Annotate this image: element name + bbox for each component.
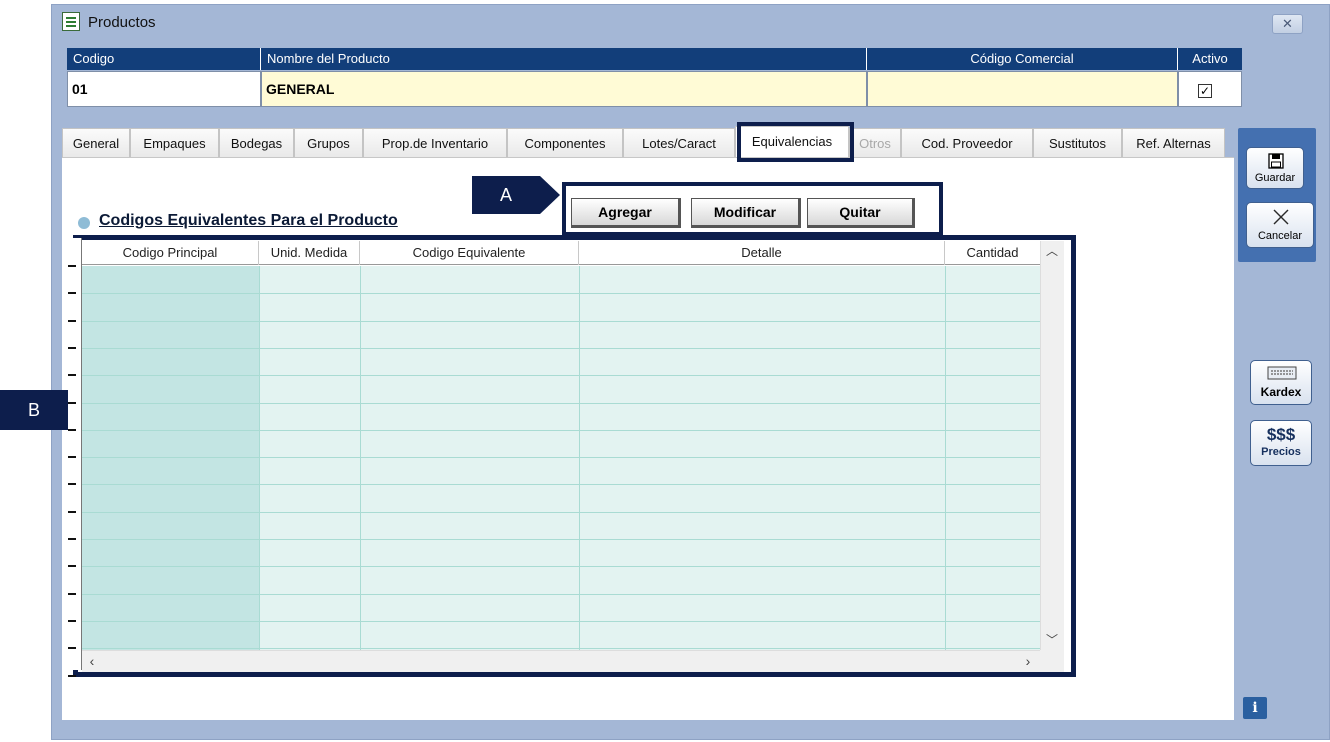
row-header-tick: [68, 292, 76, 294]
grid-row-line: [82, 512, 1040, 513]
codigo-comercial-field[interactable]: [867, 71, 1178, 107]
keyboard-icon: [1267, 366, 1297, 380]
vertical-scrollbar[interactable]: [1040, 241, 1064, 650]
codigo-field[interactable]: 01: [67, 71, 261, 107]
tab-cod-proveedor[interactable]: Cod. Proveedor: [901, 128, 1033, 157]
grid-row-line: [82, 594, 1040, 595]
callout-b: B: [0, 390, 68, 430]
callout-a: A: [472, 176, 540, 214]
precios-button[interactable]: $$$ Precios: [1250, 420, 1312, 466]
tab-general[interactable]: General: [62, 128, 130, 157]
row-header-tick: [68, 620, 76, 622]
grid-row-line: [82, 430, 1040, 431]
spreadsheet-icon: [62, 12, 80, 31]
close-button[interactable]: ✕: [1272, 14, 1303, 34]
row-header-tick: [68, 483, 76, 485]
row-header-tick: [68, 538, 76, 540]
activo-header: Activo: [1178, 48, 1242, 70]
horizontal-scrollbar[interactable]: [82, 650, 1040, 672]
col-cantidad[interactable]: Cantidad: [945, 241, 1040, 265]
tab-otros: Otros: [849, 128, 901, 157]
row-header-tick: [68, 675, 76, 677]
grid-row-line: [82, 566, 1040, 567]
tab-sustitutos[interactable]: Sustitutos: [1033, 128, 1122, 157]
scroll-left-icon[interactable]: ‹: [82, 650, 102, 672]
grid-header: Codigo Principal Unid. Medida Codigo Equ…: [82, 241, 1040, 265]
grid-row-line: [82, 375, 1040, 376]
grid-row-line: [82, 293, 1040, 294]
row-header-tick: [68, 320, 76, 322]
agregar-button[interactable]: Agregar: [571, 198, 681, 228]
col-codigo-principal[interactable]: Codigo Principal: [82, 241, 259, 265]
section-title: Codigos Equivalentes Para el Producto: [99, 212, 398, 229]
row-header-tick: [68, 647, 76, 649]
window-title: Productos: [88, 14, 156, 31]
scroll-down-icon[interactable]: ﹀: [1040, 630, 1064, 650]
tab-bar: General Empaques Bodegas Grupos Prop.de …: [62, 126, 1234, 158]
row-header-tick: [68, 511, 76, 513]
grid-row-line: [82, 321, 1040, 322]
cancelar-button[interactable]: Cancelar: [1246, 202, 1314, 248]
tab-componentes[interactable]: Componentes: [507, 128, 623, 157]
bullet-icon: [78, 217, 90, 229]
grid-row-line: [82, 348, 1040, 349]
tab-prop-inventario[interactable]: Prop.de Inventario: [363, 128, 507, 157]
info-icon[interactable]: i: [1243, 697, 1267, 719]
tab-lotes-caract[interactable]: Lotes/Caract: [623, 128, 735, 157]
activo-checkbox[interactable]: ✓: [1198, 84, 1212, 98]
guardar-button[interactable]: Guardar: [1246, 147, 1304, 189]
scroll-right-icon[interactable]: ›: [1018, 650, 1038, 672]
row-header-strip: [68, 238, 82, 677]
row-header-tick: [68, 265, 76, 267]
grid-column-line: [259, 266, 260, 650]
nombre-header: Nombre del Producto: [261, 48, 867, 70]
grid-row-line: [82, 621, 1040, 622]
tab-highlight-frame: [737, 122, 854, 162]
grid-row-line: [82, 484, 1040, 485]
grid-row-line: [82, 539, 1040, 540]
quitar-button[interactable]: Quitar: [807, 198, 915, 228]
tab-ref-alternas[interactable]: Ref. Alternas: [1122, 128, 1225, 157]
col-codigo-equivalente[interactable]: Codigo Equivalente: [360, 241, 579, 265]
col-detalle[interactable]: Detalle: [579, 241, 945, 265]
precios-label: Precios: [1261, 446, 1301, 458]
grid-column-line: [360, 266, 361, 650]
grid-column-line: [945, 266, 946, 650]
dollar-icon: $$$: [1266, 425, 1296, 444]
tab-bodegas[interactable]: Bodegas: [219, 128, 294, 157]
grid-lines: [82, 266, 1040, 650]
cancelar-label: Cancelar: [1257, 230, 1303, 242]
kardex-button[interactable]: Kardex: [1250, 360, 1312, 405]
nombre-field[interactable]: GENERAL: [261, 71, 867, 107]
row-header-tick: [68, 456, 76, 458]
tab-grupos[interactable]: Grupos: [294, 128, 363, 157]
guardar-label: Guardar: [1254, 172, 1296, 184]
grid-column-line: [579, 266, 580, 650]
grid-row-line: [82, 648, 1040, 649]
cancel-icon: [1273, 209, 1289, 225]
codigo-header: Codigo: [67, 48, 261, 70]
callout-a-arrow: [540, 176, 560, 214]
row-header-tick: [68, 402, 76, 404]
grid-row-line: [82, 403, 1040, 404]
save-icon: [1268, 153, 1284, 169]
col-unid-medida[interactable]: Unid. Medida: [259, 241, 360, 265]
tab-empaques[interactable]: Empaques: [130, 128, 219, 157]
scroll-corner: [1040, 650, 1064, 672]
row-header-tick: [68, 565, 76, 567]
row-header-tick: [68, 374, 76, 376]
grid-row-line: [82, 457, 1040, 458]
kardex-label: Kardex: [1260, 385, 1302, 399]
codigo-comercial-header: Código Comercial: [867, 48, 1178, 70]
scroll-up-icon[interactable]: ︿: [1040, 241, 1064, 261]
row-header-tick: [68, 593, 76, 595]
row-header-tick: [68, 347, 76, 349]
row-header-tick: [68, 429, 76, 431]
modificar-button[interactable]: Modificar: [691, 198, 801, 228]
